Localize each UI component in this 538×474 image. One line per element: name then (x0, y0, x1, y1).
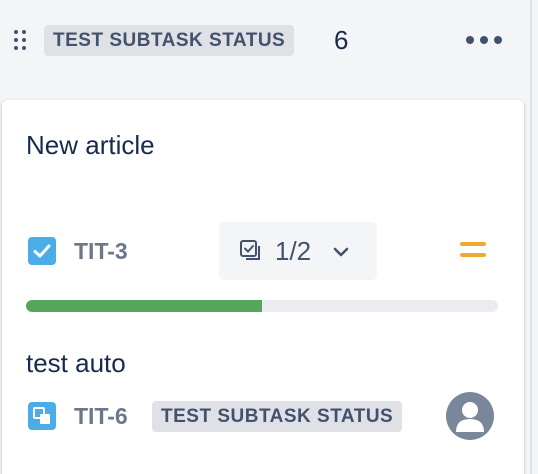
default-avatar-icon[interactable] (446, 392, 494, 440)
subtask-key[interactable]: TIT-6 (74, 403, 128, 430)
subtasks-toggle-button[interactable]: 1/2 (219, 222, 377, 280)
issue-summary[interactable]: New article (26, 130, 155, 161)
column-header: TEST SUBTASK STATUS 6 (0, 0, 530, 84)
subtask-summary[interactable]: test auto (26, 348, 126, 379)
drag-handle-icon[interactable] (14, 30, 26, 50)
issue-key[interactable]: TIT-3 (74, 238, 128, 265)
subtask-icon (28, 402, 56, 430)
column-issue-count: 6 (334, 25, 349, 55)
priority-medium-icon (460, 240, 486, 260)
subtasks-icon (240, 240, 260, 260)
checkbox-icon (28, 237, 56, 265)
chevron-down-icon (333, 247, 349, 257)
status-badge: TEST SUBTASK STATUS (152, 401, 403, 432)
more-actions-icon[interactable] (460, 28, 506, 52)
board-column-divider (530, 0, 538, 474)
column-title: TEST SUBTASK STATUS (44, 25, 295, 56)
issue-card[interactable]: New article TIT-3 1/2 test auto TIT-6 TE… (2, 100, 524, 474)
subtasks-count: 1/2 (275, 236, 312, 266)
subtask-progress-bar (26, 300, 498, 312)
subtask-progress-fill (26, 300, 262, 312)
